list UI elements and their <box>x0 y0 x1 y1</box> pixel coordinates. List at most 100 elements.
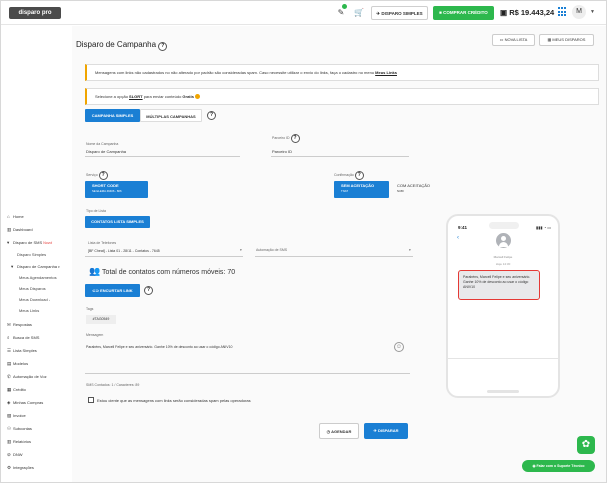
comprar-credito-button[interactable]: ■ COMPRAR CRÉDITO <box>433 6 494 20</box>
chevron-down-icon[interactable]: ▾ <box>409 248 411 252</box>
disparar-button[interactable]: ✈ DISPARAR <box>364 423 408 439</box>
short-code-sub: SE ELEMA 49406 - 806 <box>92 189 122 193</box>
phone-status-icons: ▮▮▮ ◔ ▭ <box>536 225 552 230</box>
link-icon: ⊂⊃ <box>92 288 99 293</box>
whatsapp-support-button[interactable]: ◉ Falar com o Suporte Técnico <box>522 460 595 472</box>
phone-time: 9:41 <box>458 225 468 230</box>
mensagem-text: Parabéns, Marcell Felipe e seu aniversár… <box>86 345 233 349</box>
user-avatar[interactable]: M <box>572 5 586 19</box>
warning-icon <box>195 94 201 100</box>
confirmacao-label: Confirmação ? <box>334 171 364 180</box>
parceiro-underline <box>271 156 409 157</box>
page-title: Disparo de Campanha ? <box>76 40 168 51</box>
phone-preview: 9:41 ▮▮▮ ◔ ▭ ‹ Marcell Felipe Hoje 14:30… <box>446 214 560 398</box>
wallet-icon: ▣ <box>500 8 508 17</box>
nome-campanha-label: Nome da Campanha <box>86 142 119 146</box>
list-icon: ▭ <box>499 37 504 42</box>
help-icon[interactable]: ? <box>98 171 108 180</box>
help-icon[interactable]: ? <box>354 171 364 180</box>
sidebar-item-relatorios[interactable]: ▥ Relatórios <box>7 439 31 445</box>
sidebar-item-meus-download[interactable]: Meus Download › <box>19 297 50 302</box>
servico-label: Serviço ? <box>86 171 108 180</box>
encurtar-link-button[interactable]: ⊂⊃ ENCURTAR LINK <box>85 284 140 297</box>
tab-campanha-simples[interactable]: CAMPANHA SIMPLES <box>85 109 140 122</box>
slgrt-option-link[interactable]: SLGRT <box>129 94 143 99</box>
lista-telefones-underline <box>85 256 243 257</box>
parceiro-input[interactable]: Parceiro ID <box>272 149 292 154</box>
help-icon[interactable]: ? <box>290 134 300 143</box>
new-badge: Novo! <box>43 241 53 245</box>
cart-icon[interactable]: 🛒 <box>353 7 365 19</box>
phone-home-indicator <box>487 390 519 393</box>
clock-icon: ◷ <box>326 429 331 434</box>
help-icon[interactable]: ? <box>158 42 168 51</box>
sidebar-item-modelos[interactable]: ▤ Modelos <box>7 361 28 367</box>
chatbot-icon[interactable]: ✿ <box>577 436 595 454</box>
short-code-title: SHORT CODE <box>92 183 119 188</box>
disparo-simples-button[interactable]: ✈ DISPARO SIMPLES <box>371 6 428 20</box>
spam-aware-label: Estou ciente que as mensagens com links … <box>97 398 251 403</box>
emoji-icon[interactable]: ☺ <box>394 342 404 352</box>
sidebar-item-dashboard[interactable]: ▥ Dashboard <box>7 227 33 233</box>
lista-telefones-select[interactable]: [BF Cheat] - Lista 01 - 28/11 - Contatos… <box>88 249 160 253</box>
phone-notch <box>489 222 519 229</box>
tab-multiplas-campanhas[interactable]: MÚLTIPLAS CAMPANHAS <box>140 109 202 122</box>
parceiro-label: Parceiro ID ? <box>272 134 300 143</box>
whatsapp-icon: ◉ <box>532 464 536 468</box>
balance-display: ▣ R$ 19.443,24 <box>500 8 555 17</box>
sidebar: ⌂ Home ▥ Dashboard ▾ Disparo de SMS Novo! D… <box>1 26 71 482</box>
sidebar-item-disparo-sms[interactable]: ▾ Disparo de SMS Novo! <box>7 240 52 246</box>
com-aceitacao-title: COM ACEITAÇÃO <box>397 183 431 188</box>
sidebar-item-invoice[interactable]: ▧ Invoice <box>7 413 26 419</box>
people-icon: 👥 <box>89 266 101 276</box>
sem-aceitacao-sub: TNAT <box>341 189 349 193</box>
tags-label: Tags <box>86 307 94 311</box>
phone-divider <box>448 358 558 359</box>
spam-aware-checkbox[interactable] <box>88 397 94 403</box>
contatos-lista-simples-button[interactable]: CONTATOS LISTA SIMPLES <box>85 216 150 228</box>
chevron-down-icon[interactable]: ▾ <box>240 248 242 252</box>
sidebar-item-dnw[interactable]: ⊘ DNW <box>7 452 23 458</box>
chevron-down-icon[interactable]: ▼ <box>590 9 595 15</box>
sidebar-item-integracoes[interactable]: ⚙ Integrações <box>7 465 34 471</box>
sidebar-item-subcontas[interactable]: ⚇ Subcontas <box>7 426 32 432</box>
sidebar-item-automacao-voz[interactable]: ✆ Automação de Voz <box>7 374 47 380</box>
sidebar-item-credito[interactable]: ▦ Crédito <box>7 387 26 393</box>
sidebar-item-meus-links[interactable]: Meus Links <box>19 308 39 313</box>
sidebar-item-respostas[interactable]: ✉ Respostas <box>7 322 32 328</box>
sidebar-item-disparo-simples[interactable]: Disparo Simples <box>17 252 46 257</box>
meus-links-link[interactable]: Meus Links <box>375 70 397 75</box>
sidebar-item-meus-disparos[interactable]: Meus Disparos <box>19 286 46 291</box>
sidebar-item-disparo-campanha[interactable]: ▾ Disparo de Campanha ▾ <box>11 264 60 270</box>
sidebar-item-busca-sms[interactable]: ⌕ Busca de SMS <box>7 335 39 340</box>
sidebar-item-meus-agendamentos[interactable]: Meus Agendamentos <box>19 275 57 280</box>
lista-telefones-label: Lista de Telefones <box>88 241 117 245</box>
spam-links-alert: Mensagens com links não cadastrados no n… <box>85 64 599 81</box>
contact-avatar-icon <box>496 233 511 248</box>
tipo-lista-label: Tipo de Lista <box>86 209 106 213</box>
nome-campanha-input[interactable]: Disparo de Campanha <box>86 149 126 154</box>
automacao-sms-label: Automação de SMS <box>256 248 288 252</box>
sidebar-item-lista-simples[interactable]: ☰ Lista Simples <box>7 348 37 354</box>
nova-lista-button[interactable]: ▭ NOVA LISTA <box>492 34 535 46</box>
app-logo[interactable]: disparo pro <box>9 7 61 19</box>
short-code-option[interactable]: SHORT CODE SE ELEMA 49406 - 806 <box>85 181 148 198</box>
automacao-sms-underline <box>255 256 413 257</box>
sidebar-item-home[interactable]: ⌂ Home <box>7 214 24 219</box>
com-aceitacao-sub: NUBI <box>397 189 404 193</box>
chevron-down-icon: ▾ <box>58 265 60 269</box>
phone-message-time: Hoje 14:30 <box>495 262 511 266</box>
sem-aceitacao-option[interactable]: SEM ACEITAÇÃO TNAT <box>334 181 389 198</box>
main-content: Disparo de Campanha ? ▭ NOVA LISTA ▦ MEU… <box>72 26 606 482</box>
apps-grid-icon[interactable] <box>558 7 568 17</box>
help-icon[interactable]: ? <box>144 286 153 295</box>
agendar-button[interactable]: ◷ AGENDAR <box>319 423 359 439</box>
mensagem-textarea[interactable] <box>85 336 410 374</box>
help-icon[interactable]: ? <box>207 111 216 120</box>
tag-chip[interactable]: #TAG0549 <box>86 315 116 324</box>
chevron-right-icon: › <box>48 298 50 302</box>
meus-disparos-button[interactable]: ▦ MEUS DISPAROS <box>539 34 594 46</box>
sidebar-item-minhas-compras[interactable]: ◈ Minhas Compras <box>7 400 43 406</box>
free-content-alert: Selecione a opção SLGRT para enviar cont… <box>85 88 599 105</box>
com-aceitacao-option[interactable]: COM ACEITAÇÃO NUBI <box>389 181 445 198</box>
